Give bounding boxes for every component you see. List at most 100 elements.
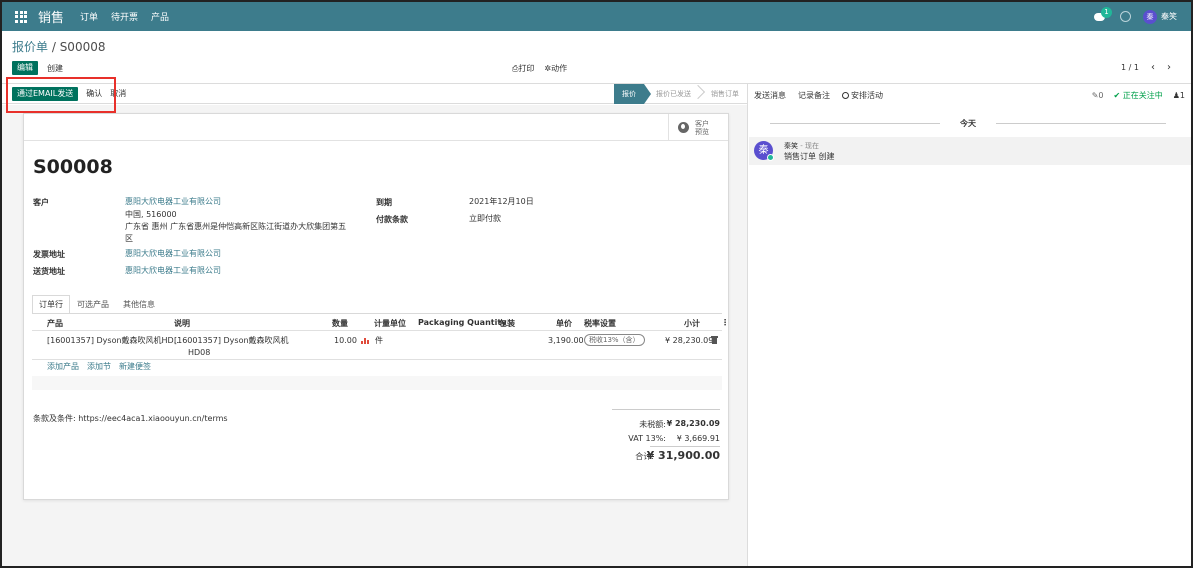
messaging-icon[interactable]: 1 [1094,6,1112,23]
activity-clock-icon[interactable] [1120,11,1131,22]
payment-terms-label: 付款条款 [376,215,408,224]
vat-label: VAT 13%: [628,434,666,443]
total-value: ¥ 31,900.00 [646,449,720,462]
notebook-tabs: 订单行 可选产品 其他信息 [32,295,162,314]
terms-and-conditions[interactable]: 条款及条件: https://eec4aca1.xiaoouyun.cn/ter… [33,413,228,424]
apps-grid-icon[interactable] [14,10,28,24]
delivery-address-label: 送货地址 [33,267,65,276]
status-bar: 通过EMAIL发送 确认 取消 报价 报价已发送 销售订单 [2,84,747,104]
col-taxes[interactable]: 税率设置 [584,318,616,329]
add-note-link[interactable]: 新建便签 [119,361,151,372]
totals-divider [650,446,720,447]
message-author: 秦笑 - 现在 [784,142,819,150]
customer-field[interactable]: 惠阳大欣电器工业有限公司 [125,196,221,207]
online-status-icon [767,154,774,161]
col-package[interactable]: 包装 [499,318,515,329]
chatter-message: 秦 秦笑 - 现在 销售订单 创建 [749,137,1191,165]
customer-label: 客户 [33,198,49,207]
customer-address-line1: 中国, 516000 [125,210,177,219]
message-count-badge: 1 [1101,6,1112,18]
line-actions: 添加产品 添加节 新建便签 [47,361,151,372]
send-by-email-button[interactable]: 通过EMAIL发送 [12,86,79,101]
globe-icon [678,122,689,133]
date-separator: 今天 [770,118,1166,128]
tab-optional-products[interactable]: 可选产品 [70,295,116,314]
stage-sales-order[interactable]: 销售订单 [699,84,747,104]
attachments-button[interactable]: ✎0 [1092,91,1104,100]
row-description-line1[interactable]: [16001357] Dyson戴森吹风机 [174,335,289,346]
untaxed-value: ¥ 28,230.09 [666,419,720,428]
row-unit-price[interactable]: 3,190.00 [548,335,584,346]
add-product-link[interactable]: 添加产品 [47,361,79,372]
action-button[interactable]: ✲动作 [544,63,567,74]
breadcrumb: 报价单 / S00008 [12,40,106,54]
menu-orders[interactable]: 订单 [80,10,98,23]
smart-button-box: 客户 预览 [24,114,728,141]
col-product[interactable]: 产品 [47,318,63,329]
date-separator-label: 今天 [960,119,976,128]
expiry-label: 到期 [376,198,392,207]
delivery-address-field[interactable]: 惠阳大欣电器工业有限公司 [125,265,221,276]
user-name: 秦笑 [1161,12,1177,21]
row-uom[interactable]: 件 [375,335,383,346]
tabs-divider [32,313,722,314]
confirm-button[interactable]: 确认 [86,88,102,99]
table-header-divider [32,330,722,331]
create-button[interactable]: 创建 [47,63,63,74]
schedule-activity-button[interactable]: 安排活动 [842,90,883,101]
invoice-address-label: 发票地址 [33,250,65,259]
row-divider [32,359,722,360]
customer-address-line3: 区 [125,234,133,243]
edit-button[interactable]: 编辑 [12,61,38,75]
breadcrumb-current: S00008 [59,40,106,54]
chatter-divider [747,84,748,566]
stage-pipeline: 报价 报价已发送 销售订单 [614,84,747,104]
col-packaging-qty[interactable]: Packaging Quantity [418,318,506,327]
untaxed-label: 未税额: [639,420,666,429]
chatter-topbar: 发送消息 记录备注 安排活动 [754,90,883,101]
breadcrumb-quotations[interactable]: 报价单 [12,40,48,54]
customer-address-line2: 广东省 惠州 广东省惠州是仲恺高新区陈江街道办大欣集团第五 [125,222,347,231]
pager-prev-icon[interactable]: ‹ [1151,62,1155,73]
payment-terms-field[interactable]: 立即付款 [469,213,501,224]
empty-row [32,376,722,390]
add-section-link[interactable]: 添加节 [87,361,111,372]
pager-value[interactable]: 1 / 1 [1121,63,1139,72]
delete-row-icon[interactable] [711,336,718,344]
row-product[interactable]: [16001357] Dyson戴森吹风机HD... [47,335,181,346]
stage-quotation-sent[interactable]: 报价已发送 [644,84,699,104]
row-subtotal: ¥ 28,230.09 [665,336,714,345]
order-title: S00008 [33,156,113,178]
col-uom[interactable]: 计量单位 [374,318,406,329]
pager-next-icon[interactable]: › [1167,62,1171,73]
log-note-button[interactable]: 记录备注 [798,90,830,101]
row-quantity[interactable]: 10.00 [334,335,357,346]
col-description[interactable]: 说明 [174,318,190,329]
app-brand[interactable]: 销售 [38,7,64,26]
col-quantity[interactable]: 数量 [332,318,348,329]
send-message-button[interactable]: 发送消息 [754,90,786,101]
message-body: 销售订单 创建 [784,152,835,161]
totals-block: 未税额: ¥ 28,230.09 VAT 13%: ¥ 3,669.91 合计:… [612,409,720,462]
col-subtotal[interactable]: 小计 [684,318,700,329]
tab-order-lines[interactable]: 订单行 [32,295,70,314]
following-button[interactable]: ✔ 正在关注中 [1113,90,1162,101]
menu-products[interactable]: 产品 [151,10,169,23]
tab-other-info[interactable]: 其他信息 [116,295,162,314]
col-unit-price[interactable]: 单价 [556,318,572,329]
followers-button[interactable]: ♟1 [1173,91,1185,100]
stage-quotation[interactable]: 报价 [614,84,651,104]
form-sheet: 客户 预览 S00008 客户 惠阳大欣电器工业有限公司 中国, 516000 广… [23,113,729,500]
invoice-address-field[interactable]: 惠阳大欣电器工业有限公司 [125,248,221,259]
print-button[interactable]: ⎙打印 [512,63,534,74]
expiry-field[interactable]: 2021年12月10日 [469,196,534,207]
col-options-icon[interactable]: ⋮ [721,318,729,327]
user-menu[interactable]: 秦 秦笑 [1143,9,1177,24]
row-description-line2: HD08 [188,348,211,357]
customer-preview-button[interactable]: 客户 预览 [668,114,728,141]
cancel-button[interactable]: 取消 [110,88,126,99]
tax-tag[interactable]: 税收13%（含） [584,334,645,346]
pager: 1 / 1 ‹ › [1121,62,1171,73]
menu-to-invoice[interactable]: 待开票 [111,10,138,23]
forecast-chart-icon[interactable] [361,337,370,344]
